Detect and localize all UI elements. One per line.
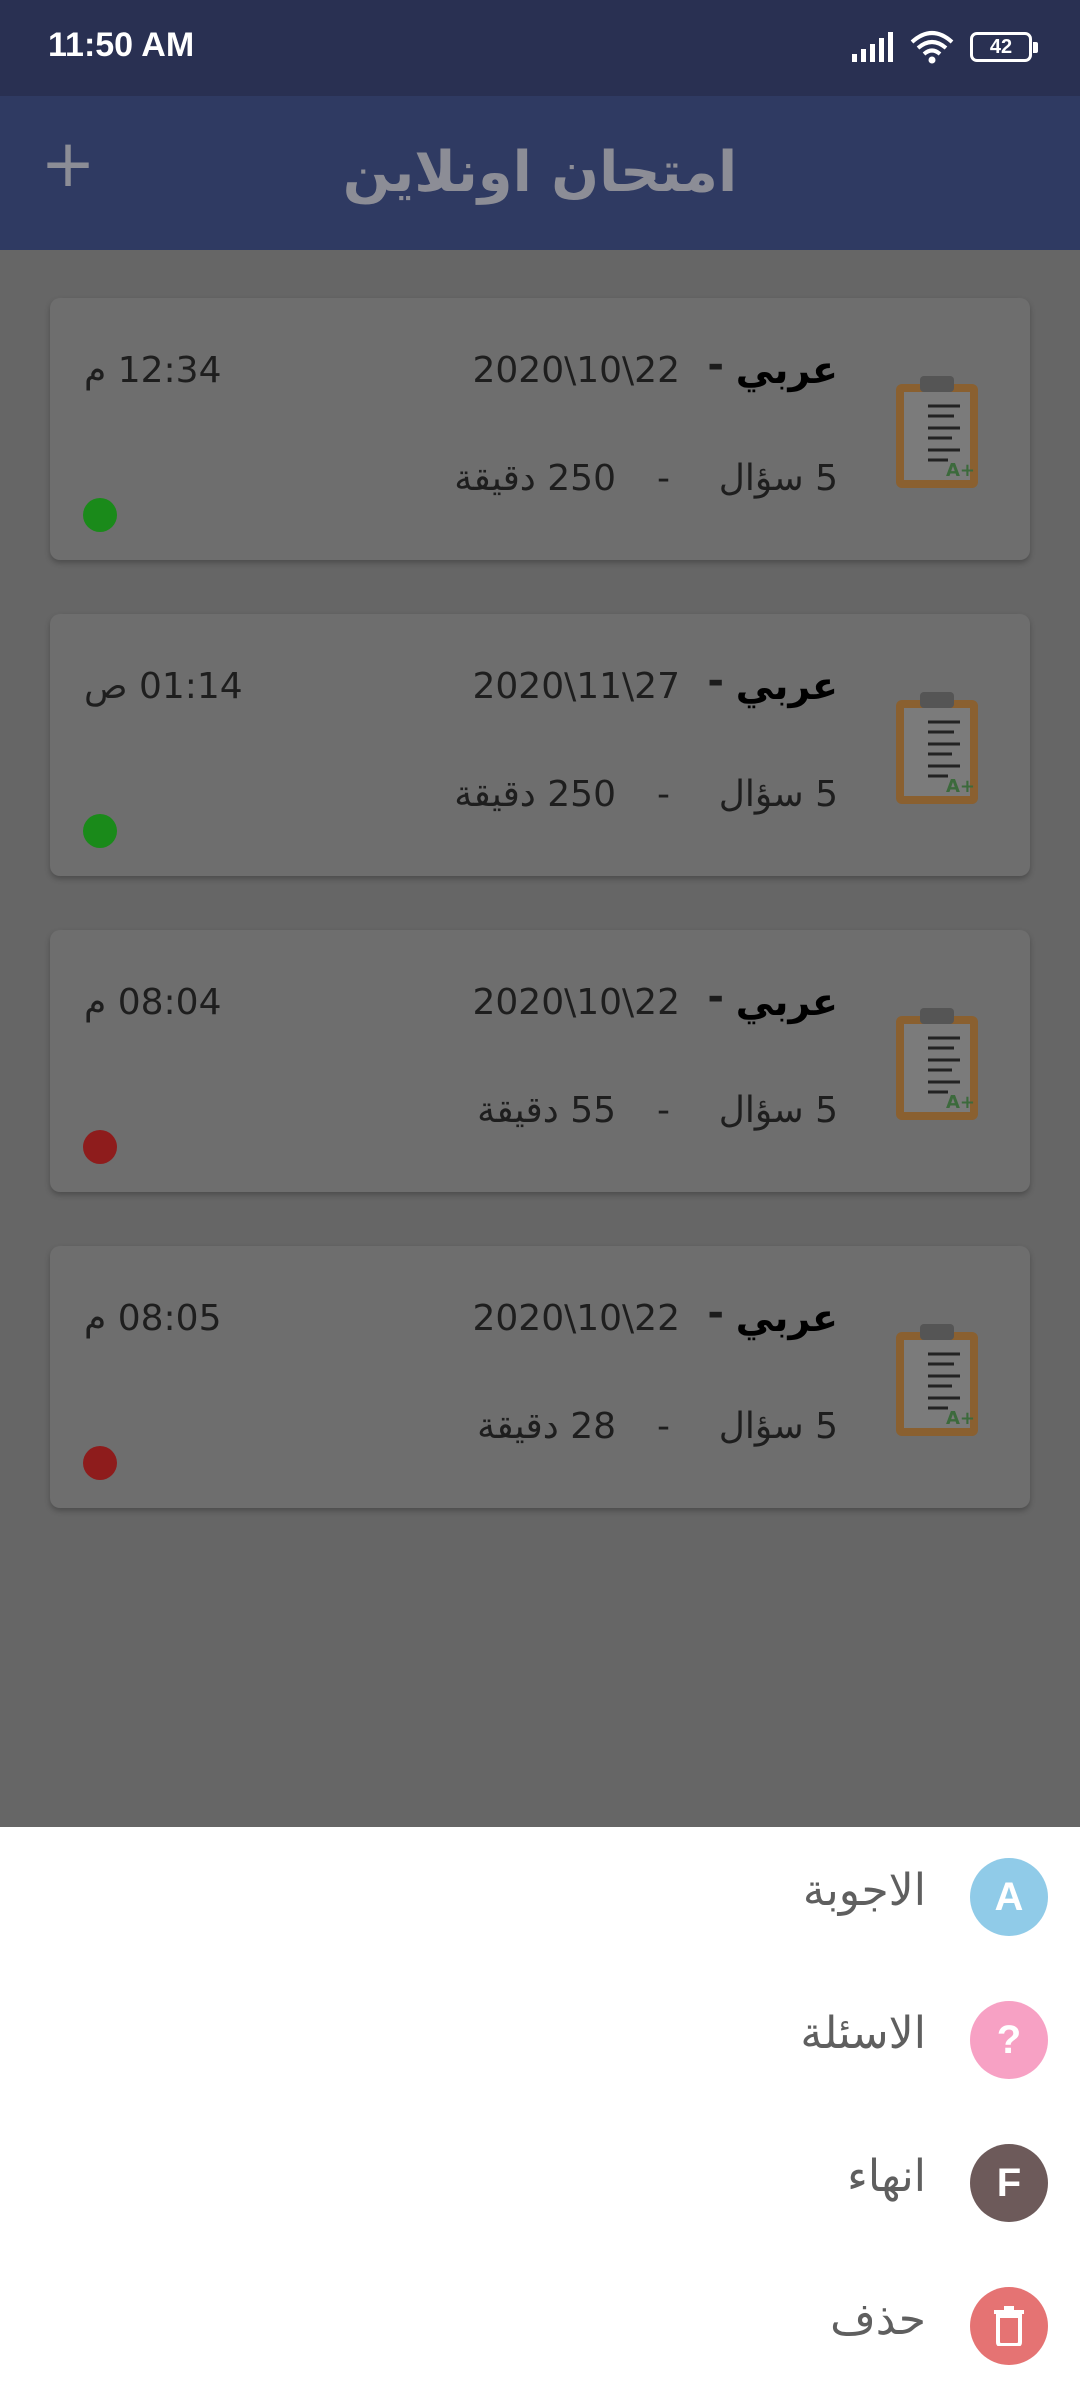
status-dot (83, 498, 117, 532)
menu-item-finish[interactable]: F انهاء (0, 2113, 1080, 2253)
question-icon: ? (970, 2001, 1048, 2079)
exam-date: 2020\10\22 (472, 350, 681, 391)
exam-card[interactable]: A+ عربي - 2020\10\22 08:05 م 5 سؤال - 28… (50, 1246, 1030, 1508)
status-dot (83, 814, 117, 848)
wifi-icon (910, 31, 954, 64)
menu-item-label: الاسئلة (800, 2008, 926, 2059)
battery-icon: 42 (970, 32, 1038, 62)
separator: - (657, 458, 670, 499)
exam-date: 2020\11\27 (472, 666, 681, 707)
menu-item-label: حذف (830, 2294, 926, 2345)
exam-questions: 5 سؤال (718, 1090, 838, 1131)
clipboard-icon: A+ (896, 1324, 978, 1436)
exam-questions: 5 سؤال (718, 774, 838, 815)
clipboard-icon: A+ (896, 692, 978, 804)
menu-item-questions[interactable]: ? الاسئلة (0, 1970, 1080, 2110)
trash-glyph (994, 2306, 1024, 2346)
status-dot (83, 1130, 117, 1164)
svg-text:A+: A+ (946, 1092, 975, 1113)
exam-subject: عربي (735, 1296, 838, 1340)
menu-item-label: انهاء (847, 2151, 926, 2202)
menu-item-label: الاجوبة (802, 1865, 926, 1916)
exam-questions: 5 سؤال (718, 1406, 838, 1447)
exam-duration: 28 دقيقة (477, 1406, 616, 1447)
exam-time: 01:14 ص (84, 666, 243, 707)
exam-subject: عربي (735, 348, 838, 392)
exam-card[interactable]: A+ عربي - 2020\11\27 01:14 ص 5 سؤال - 25… (50, 614, 1030, 876)
exam-duration: 55 دقيقة (477, 1090, 616, 1131)
clipboard-icon: A+ (896, 1008, 978, 1120)
status-icons: 42 (852, 30, 1038, 64)
separator: - (657, 1406, 670, 1447)
svg-text:A+: A+ (946, 1408, 975, 1429)
battery-level: 42 (989, 35, 1013, 58)
svg-text:A+: A+ (946, 460, 975, 481)
menu-item-delete[interactable]: حذف (0, 2256, 1080, 2396)
separator: - (657, 774, 670, 815)
bottom-sheet-menu: A الاجوبة ? الاسئلة F انهاء حذف (0, 1827, 1080, 2400)
separator: - (707, 974, 724, 1020)
exam-duration: 250 دقيقة (454, 774, 616, 815)
status-dot (83, 1446, 117, 1480)
exam-time: 08:05 م (84, 1298, 222, 1339)
page-title: امتحان اونلاين (342, 140, 738, 205)
status-bar: 11:50 AM 42 (0, 0, 1080, 96)
separator: - (707, 342, 724, 388)
exam-questions: 5 سؤال (718, 458, 838, 499)
exam-time: 08:04 م (84, 982, 222, 1023)
exam-time: 12:34 م (84, 350, 222, 391)
exam-list: A+ عربي - 2020\10\22 12:34 م 5 سؤال - 25… (0, 250, 1080, 1827)
trash-icon (970, 2287, 1048, 2365)
status-time: 11:50 AM (48, 26, 195, 64)
exam-subject: عربي (735, 664, 838, 708)
exam-date: 2020\10\22 (472, 1298, 681, 1339)
exam-date: 2020\10\22 (472, 982, 681, 1023)
finish-icon: F (970, 2144, 1048, 2222)
separator: - (657, 1090, 670, 1131)
separator: - (707, 1290, 724, 1336)
app-bar: + امتحان اونلاين (0, 96, 1080, 250)
exam-card[interactable]: A+ عربي - 2020\10\22 12:34 م 5 سؤال - 25… (50, 298, 1030, 560)
exam-card[interactable]: A+ عربي - 2020\10\22 08:04 م 5 سؤال - 55… (50, 930, 1030, 1192)
exam-duration: 250 دقيقة (454, 458, 616, 499)
signal-icon (852, 32, 893, 62)
clipboard-icon: A+ (896, 376, 978, 488)
exam-subject: عربي (735, 980, 838, 1024)
svg-text:A+: A+ (946, 776, 975, 797)
menu-item-answers[interactable]: A الاجوبة (0, 1827, 1080, 1967)
answers-icon: A (970, 1858, 1048, 1936)
separator: - (707, 658, 724, 704)
